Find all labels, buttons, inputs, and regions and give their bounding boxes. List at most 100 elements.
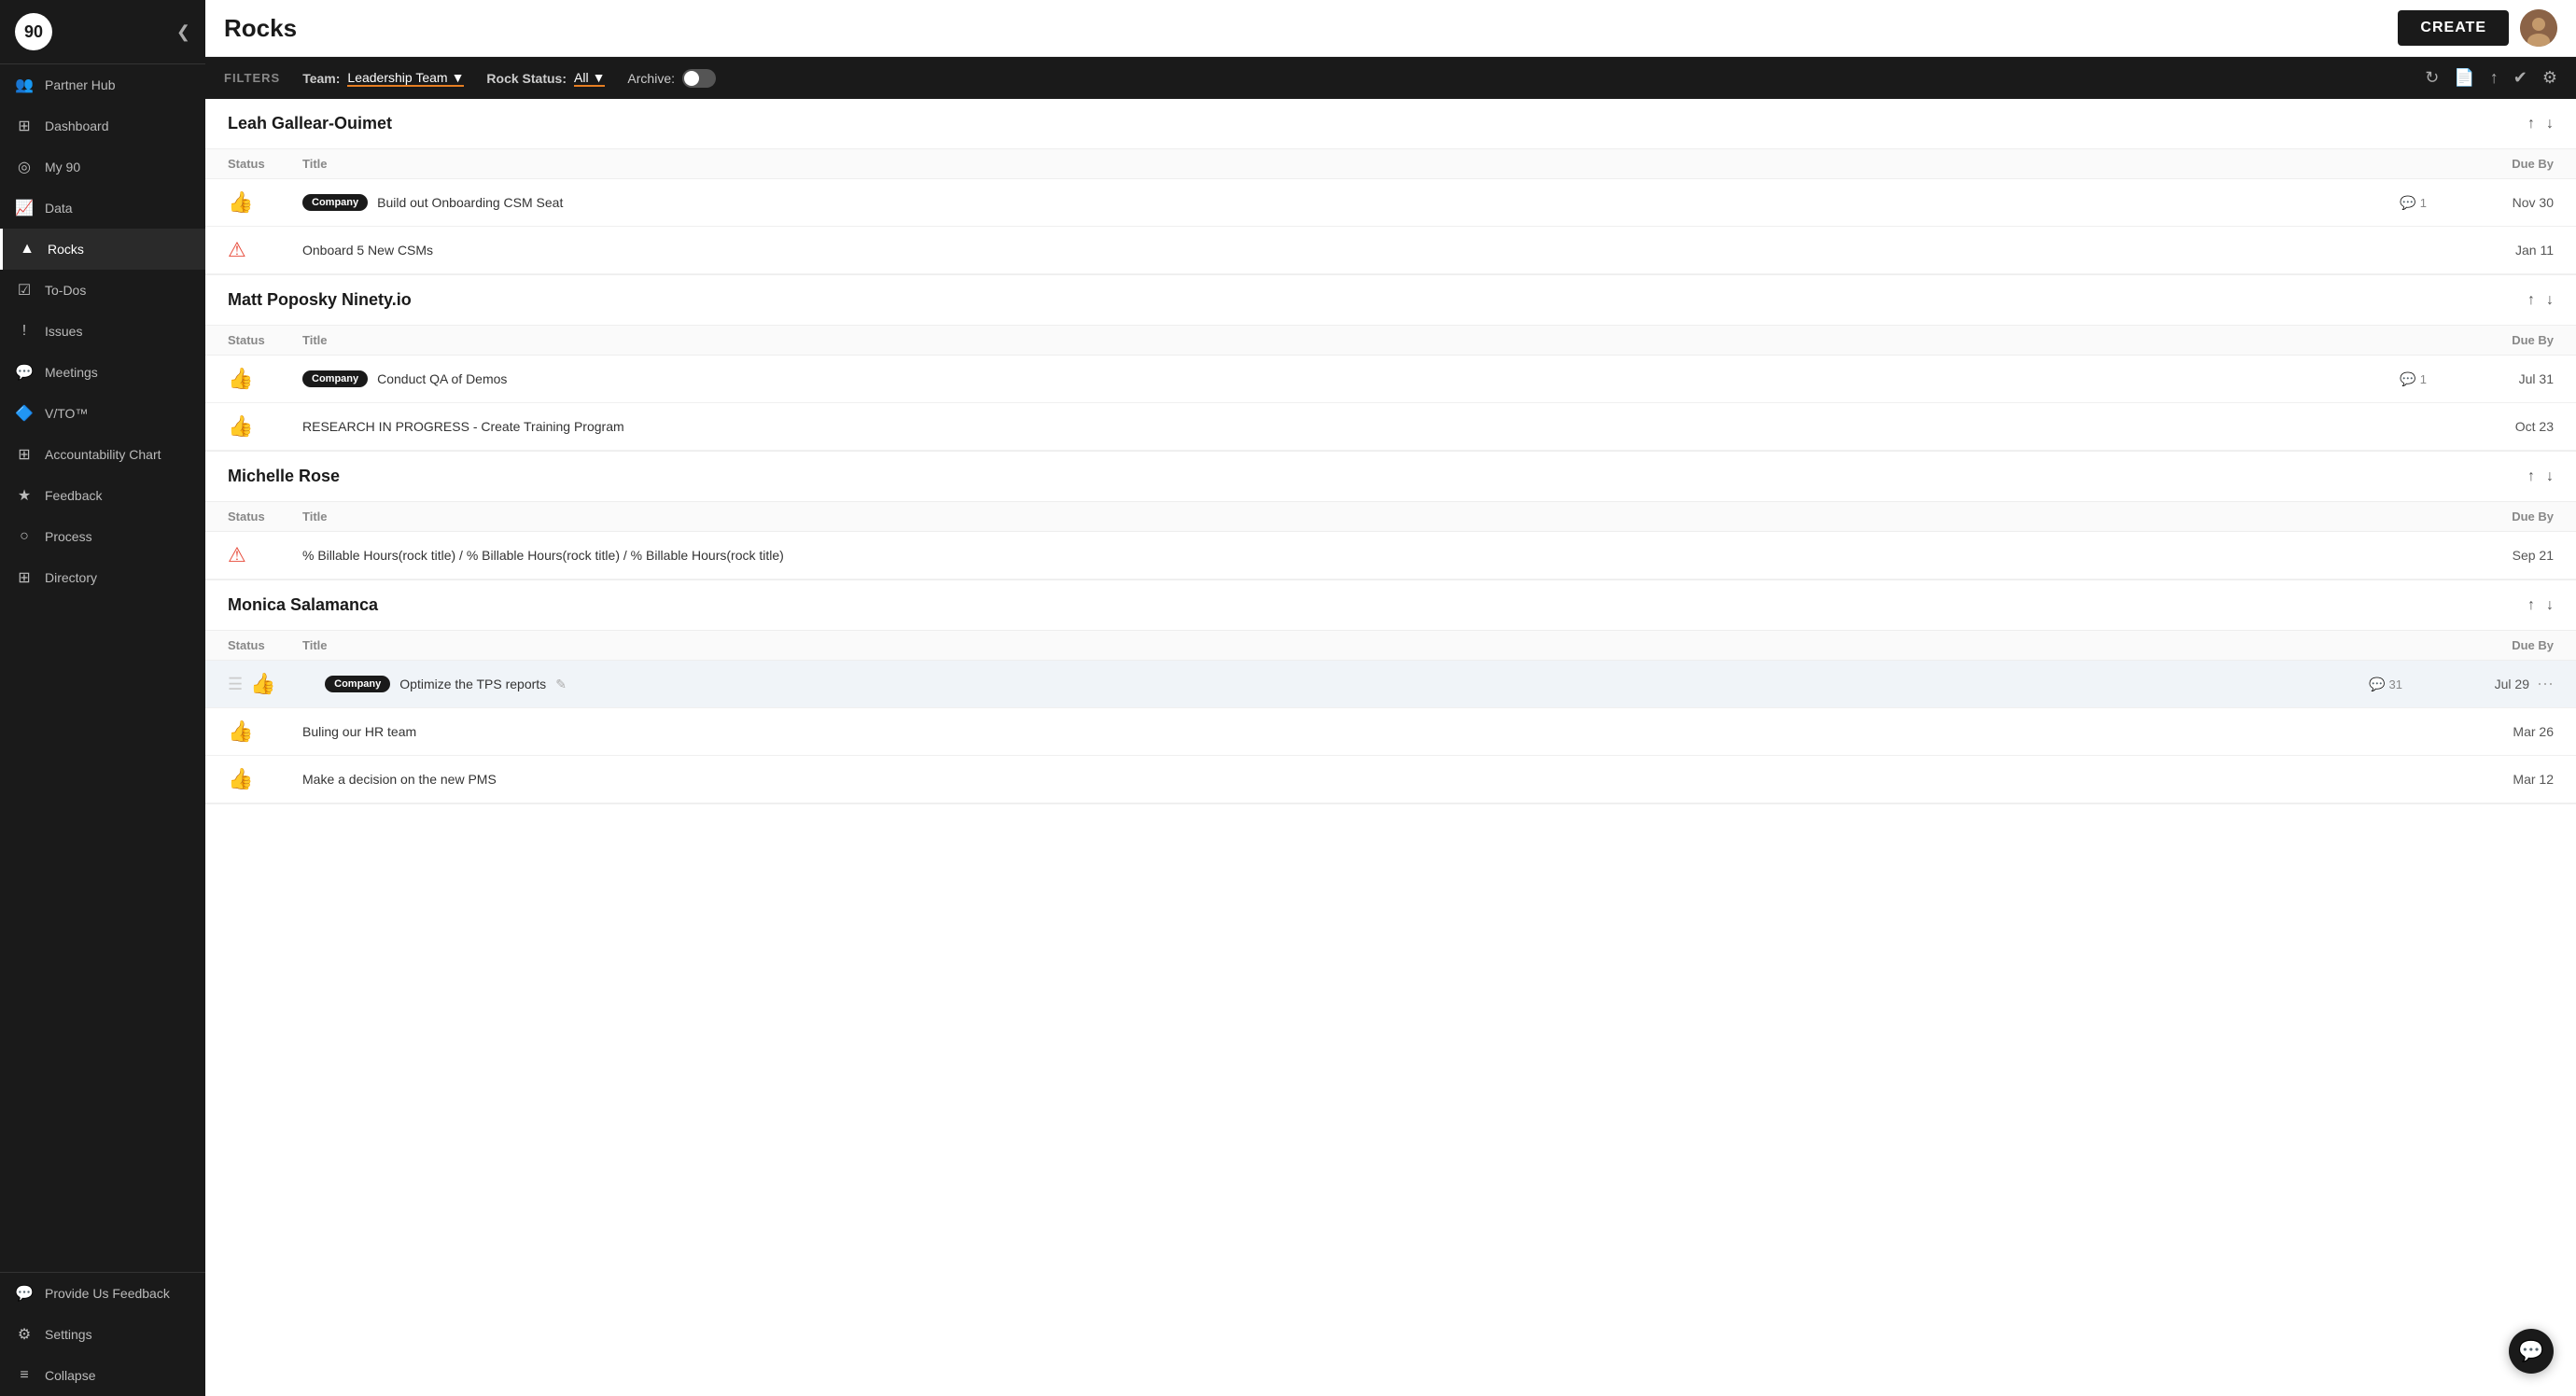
row-right: 💬31 Jul 29 ⋯ [2369,675,2554,694]
thumbs-up-icon: 👍 [228,414,253,439]
section-name-leah: Leah Gallear-Ouimet [228,114,392,133]
team-dropdown-icon: ▼ [452,70,465,85]
arrow-down-matt[interactable]: ↓ [2546,292,2554,309]
title-cell: % Billable Hours(rock title) / % Billabl… [302,548,2442,563]
sidebar-item-data[interactable]: 📈 Data [0,188,205,229]
sidebar-item-provide-feedback[interactable]: 💬 Provide Us Feedback [0,1273,205,1314]
table-row[interactable]: 👍 Buling our HR team Mar 26 [205,708,2576,756]
more-options-icon[interactable]: ⋯ [2537,675,2554,694]
table-row[interactable]: ⚠ Onboard 5 New CSMs Jan 11 [205,227,2576,274]
sidebar-item-feedback[interactable]: ★ Feedback [0,475,205,516]
refresh-icon[interactable]: ↻ [2425,68,2439,88]
status-filter-group: Rock Status: All ▼ [486,70,605,87]
status-filter-label: Rock Status: [486,71,567,86]
row-right: Oct 23 [2442,419,2554,434]
sidebar-item-directory[interactable]: ⊞ Directory [0,557,205,598]
comment-icon: 💬 [2400,195,2415,211]
col-title-matt: Title [302,333,2442,347]
team-filter-group: Team: Leadership Team ▼ [302,70,464,87]
thumbs-up-icon: 👍 [228,190,253,215]
title-cell: Company Build out Onboarding CSM Seat [302,194,2400,211]
sidebar-item-my-90[interactable]: ◎ My 90 [0,147,205,188]
checkmark-icon[interactable]: ✔ [2513,68,2527,88]
table-row[interactable]: 👍 Company Conduct QA of Demos 💬1 Jul 31 [205,356,2576,403]
sidebar-item-partner-hub[interactable]: 👥 Partner Hub [0,64,205,105]
edit-icon[interactable]: ✎ [555,677,567,692]
arrow-down-michelle[interactable]: ↓ [2546,468,2554,485]
team-filter-select[interactable]: Leadership Team ▼ [347,70,464,87]
rock-title-text: Build out Onboarding CSM Seat [377,195,563,210]
comment-badge[interactable]: 💬1 [2400,195,2427,211]
filters-bar: FILTERS Team: Leadership Team ▼ Rock Sta… [205,57,2576,99]
thumbs-up-icon: 👍 [228,719,253,744]
table-row[interactable]: ☰ 👍 Company Optimize the TPS reports ✎ 💬… [205,661,2576,708]
arrow-down-monica[interactable]: ↓ [2546,597,2554,614]
create-button[interactable]: CREATE [2398,10,2509,46]
rock-title-text: Onboard 5 New CSMs [302,243,433,258]
pdf-icon[interactable]: 📄 [2454,68,2474,88]
collapse-icon: ≡ [15,1366,34,1385]
settings-icon[interactable]: ⚙ [2542,68,2557,88]
comment-count: 1 [2420,372,2427,386]
archive-label: Archive: [627,71,675,86]
status-dropdown-icon: ▼ [593,70,606,85]
arrow-up-leah[interactable]: ↑ [2527,116,2535,133]
feedback-icon: ★ [15,486,34,505]
archive-toggle[interactable] [682,69,716,88]
warning-icon: ⚠ [228,238,246,262]
row-right: Mar 12 [2442,772,2554,787]
title-cell: Make a decision on the new PMS [302,772,2442,787]
table-row[interactable]: ⚠ % Billable Hours(rock title) / % Billa… [205,532,2576,579]
sidebar-item-accountability-chart[interactable]: ⊞ Accountability Chart [0,434,205,475]
comment-badge[interactable]: 💬1 [2400,371,2427,387]
section-michelle: Michelle Rose ↑ ↓ Status Title Due By ⚠ … [205,452,2576,580]
section-arrows-monica: ↑ ↓ [2527,597,2554,614]
table-row[interactable]: 👍 Company Build out Onboarding CSM Seat … [205,179,2576,227]
arrow-up-monica[interactable]: ↑ [2527,597,2535,614]
user-avatar[interactable] [2520,9,2557,47]
logo-icon: 90 [15,13,52,50]
my-90-label: My 90 [45,160,80,174]
sidebar-item-issues[interactable]: ! Issues [0,311,205,352]
vto-label: V/TO™ [45,406,88,421]
col-title-michelle: Title [302,510,2442,524]
comment-badge[interactable]: 💬31 [2369,677,2402,692]
main-content: Rocks CREATE FILTERS Team: Leadership Te… [205,0,2576,1396]
sidebar-item-meetings[interactable]: 💬 Meetings [0,352,205,393]
sidebar-item-collapse[interactable]: ≡ Collapse [0,1355,205,1396]
process-icon: ○ [15,527,34,546]
logo: 90 [15,13,52,50]
row-right: Mar 26 [2442,724,2554,739]
arrow-down-leah[interactable]: ↓ [2546,116,2554,133]
arrow-up-michelle[interactable]: ↑ [2527,468,2535,485]
row-right: 💬1 Nov 30 [2400,195,2554,211]
to-dos-label: To-Dos [45,283,86,298]
col-status-leah: Status [228,157,302,171]
due-date: Jul 29 [2417,677,2529,691]
table-row[interactable]: 👍 Make a decision on the new PMS Mar 12 [205,756,2576,803]
col-status-matt: Status [228,333,302,347]
arrow-up-matt[interactable]: ↑ [2527,292,2535,309]
sidebar: 90 ❮ 👥 Partner Hub ⊞ Dashboard ◎ My 90 📈… [0,0,205,1396]
sidebar-item-dashboard[interactable]: ⊞ Dashboard [0,105,205,147]
sidebar-logo: 90 ❮ [0,0,205,64]
drag-handle-icon[interactable]: ☰ [228,675,243,694]
chat-bubble[interactable]: 💬 [2509,1329,2554,1374]
sidebar-item-process[interactable]: ○ Process [0,516,205,557]
sidebar-item-to-dos[interactable]: ☑ To-Dos [0,270,205,311]
nav-items: 👥 Partner Hub ⊞ Dashboard ◎ My 90 📈 Data… [0,64,205,598]
rocks-icon: ▲ [18,240,36,258]
thumbs-up-icon: 👍 [228,767,253,791]
col-due-michelle: Due By [2442,510,2554,524]
status-filter-select[interactable]: All ▼ [574,70,605,87]
filters-label: FILTERS [224,71,280,85]
sidebar-item-rocks[interactable]: ▲ Rocks [0,229,205,270]
sidebar-item-vto[interactable]: 🔷 V/TO™ [0,393,205,434]
table-header-monica: Status Title Due By [205,630,2576,661]
rock-title-text: % Billable Hours(rock title) / % Billabl… [302,548,784,563]
team-filter-label: Team: [302,71,340,86]
upload-icon[interactable]: ↑ [2490,68,2499,88]
sidebar-toggle-icon[interactable]: ❮ [176,22,190,42]
sidebar-item-settings[interactable]: ⚙ Settings [0,1314,205,1355]
table-row[interactable]: 👍 RESEARCH IN PROGRESS - Create Training… [205,403,2576,451]
